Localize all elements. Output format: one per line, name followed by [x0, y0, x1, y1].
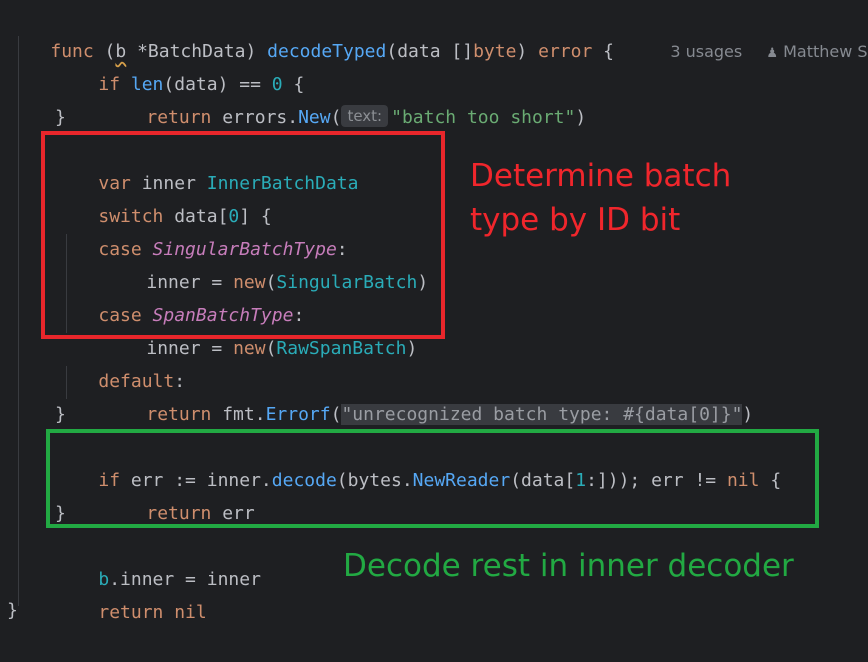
annotation-text-green: Decode rest in inner decoder: [343, 548, 794, 584]
code-line-13: }: [55, 404, 66, 425]
code-line-3: return errors.New(text: "batch too short"…: [146, 105, 587, 128]
code-line-19: }: [7, 600, 18, 621]
code-line-18: return nil: [98, 602, 207, 623]
annotation-text-red: Determine batch type by ID bit: [470, 158, 732, 238]
indent-guide: [18, 36, 19, 606]
code-line-17: b.inner = inner: [98, 569, 261, 590]
author-hint[interactable]: ♟ Matthew Slip: [746, 2, 868, 61]
annotation-box-red: [41, 131, 445, 339]
parameter-hint: text:: [341, 105, 389, 127]
person-icon: ♟: [766, 46, 778, 61]
code-line-4: }: [55, 107, 66, 128]
usages-link[interactable]: 3 usages: [650, 2, 742, 61]
format-string: "unrecognized batch type: #{data[0]}": [341, 404, 743, 425]
annotation-box-green: [46, 429, 819, 528]
code-line-1: func (b *BatchData) decodeTyped(data []b…: [50, 41, 614, 62]
code-line-2: if len(data) == 0 {: [98, 74, 305, 95]
code-line-12: return fmt.Errorf("unrecognized batch ty…: [146, 404, 754, 425]
